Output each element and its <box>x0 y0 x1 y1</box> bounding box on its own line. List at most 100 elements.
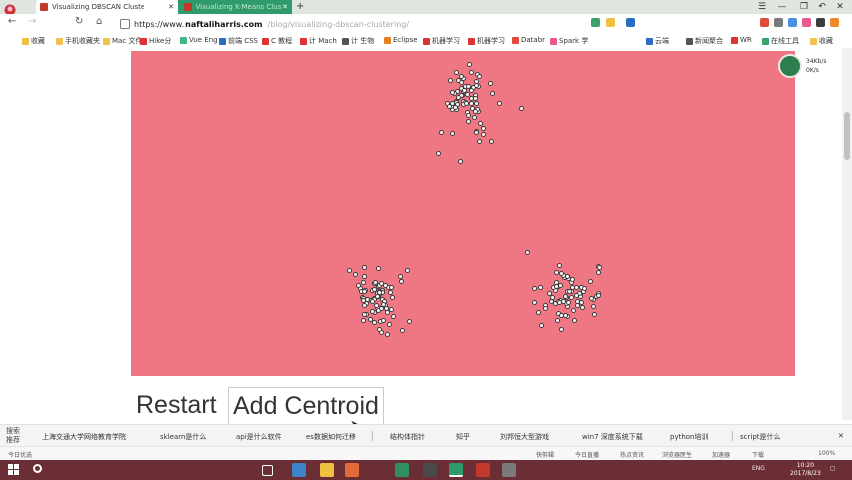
profile-avatar[interactable] <box>3 1 17 16</box>
extension-icon[interactable] <box>591 18 600 27</box>
search-engine-icon[interactable] <box>626 18 635 27</box>
clustering-canvas[interactable] <box>131 51 795 376</box>
home-button[interactable]: ⌂ <box>96 16 102 27</box>
bookmark-icon <box>140 37 147 45</box>
status-item[interactable]: 今日直播 <box>575 450 599 459</box>
bookmark-item[interactable]: 收藏 <box>810 36 833 46</box>
restart-button[interactable]: Restart <box>133 387 220 423</box>
page-scrollbar[interactable] <box>842 48 852 420</box>
tab-kmeans[interactable]: Visualizing K-Means Cluster ✕ <box>178 0 292 14</box>
bookmark-item[interactable]: 在线工具 <box>762 36 799 46</box>
lock-icon <box>120 19 130 29</box>
bookmark-item[interactable]: 计 生物 <box>342 36 374 46</box>
data-point <box>478 120 484 126</box>
suggestion-link[interactable]: es数据如何迁移 <box>306 432 356 442</box>
data-point <box>563 293 569 299</box>
bookmark-item[interactable]: 机器学习 <box>423 36 460 46</box>
browser-menu-icon[interactable]: ☰ <box>752 0 772 14</box>
suggestion-link[interactable]: 结构体指针 <box>390 432 425 442</box>
url-field[interactable]: https://www. naftaliharris.com /blog/vis… <box>120 17 620 31</box>
suggestion-link[interactable]: 上海交通大学网络教育学院 <box>42 432 126 442</box>
task-view-icon[interactable] <box>262 465 273 476</box>
undo-icon[interactable]: ↶ <box>812 0 832 14</box>
app-icon[interactable] <box>423 463 437 477</box>
bookmark-item[interactable]: Hike分 <box>140 36 171 46</box>
app-icon[interactable] <box>502 463 516 477</box>
restore-button[interactable]: ❐ <box>794 0 814 14</box>
bookmark-star-icon[interactable] <box>606 18 615 27</box>
suggestion-link[interactable]: 知乎 <box>456 432 470 442</box>
browser-app-icon[interactable] <box>449 463 463 477</box>
network-speed-widget[interactable]: 34Kb/s 0K/s <box>776 52 834 82</box>
bookmark-item[interactable]: 计 Mach <box>300 36 337 46</box>
suggestion-link[interactable]: api是什么软件 <box>236 432 282 442</box>
suggestion-link[interactable]: 刘邦恒大型游戏 <box>500 432 549 442</box>
data-point <box>362 303 368 309</box>
tab-dbscan[interactable]: Visualizing DBSCAN Clusteri ✕ <box>36 0 178 14</box>
suggestion-link[interactable]: python培训 <box>670 432 709 442</box>
extension-icon[interactable] <box>816 18 825 27</box>
close-suggestions-icon[interactable]: ✕ <box>838 432 844 440</box>
extension-icon[interactable] <box>760 18 769 27</box>
status-left-link[interactable]: 今日优选 <box>8 450 32 459</box>
data-point <box>496 101 502 107</box>
file-explorer-icon[interactable] <box>320 463 334 477</box>
bookmark-icon <box>384 36 391 44</box>
system-clock[interactable]: 10:20 2017/8/23 <box>790 462 821 478</box>
close-tab-icon[interactable]: ✕ <box>282 3 288 11</box>
app-icon[interactable] <box>345 463 359 477</box>
extension-icon[interactable] <box>830 18 839 27</box>
bookmark-item[interactable]: Vue Eng <box>180 36 218 44</box>
app-icon[interactable] <box>476 463 490 477</box>
app-icon[interactable] <box>395 463 409 477</box>
cortana-search-icon[interactable] <box>33 464 42 473</box>
data-point <box>524 249 530 255</box>
add-centroid-button[interactable]: Add Centroid <box>228 387 384 425</box>
status-item[interactable]: 浏览器医生 <box>662 450 692 459</box>
suggestion-link[interactable]: script是什么 <box>740 432 781 442</box>
data-point <box>352 271 358 277</box>
forward-button[interactable]: → <box>28 16 36 27</box>
data-point <box>538 285 544 291</box>
zoom-level[interactable]: 100% <box>818 450 835 457</box>
url-scheme: https://www. <box>134 19 185 29</box>
suggestion-link[interactable]: sklearn是什么 <box>160 432 206 442</box>
data-point <box>400 328 405 334</box>
status-item[interactable]: 热点资讯 <box>620 450 644 459</box>
bookmark-item[interactable]: 收藏 <box>22 36 45 46</box>
bookmark-item[interactable]: Mac 文件 <box>103 36 142 46</box>
bookmark-item[interactable]: Spark 学 <box>550 36 588 46</box>
data-point <box>531 285 537 291</box>
status-item[interactable]: 快剪辑 <box>536 450 554 459</box>
status-item[interactable]: 加速器 <box>712 450 730 459</box>
bookmark-item[interactable]: 前端 CSS <box>219 36 258 46</box>
data-point <box>389 285 395 291</box>
extension-icon[interactable] <box>774 18 783 27</box>
tab-label: Visualizing K-Means Cluster <box>195 3 283 11</box>
notification-icon[interactable]: ▢ <box>830 465 836 472</box>
data-point <box>360 317 366 323</box>
bookmark-item[interactable]: Databr <box>512 36 545 44</box>
bookmark-item[interactable]: 手机收藏夹 <box>56 36 100 46</box>
new-tab-button[interactable]: + <box>296 1 304 12</box>
close-tab-icon[interactable]: ✕ <box>168 3 174 11</box>
edge-browser-icon[interactable] <box>292 463 306 477</box>
suggestion-link[interactable]: win7 深度系统下载 <box>582 432 643 442</box>
windows-start-icon[interactable] <box>8 464 19 475</box>
bookmark-item[interactable]: 机器学习 <box>468 36 505 46</box>
bookmark-item[interactable]: Eclipse <box>384 36 418 44</box>
bookmark-item[interactable]: WR <box>731 36 752 44</box>
tray-language[interactable]: ENG <box>752 465 765 472</box>
bookmark-item[interactable]: 云端 <box>646 36 669 46</box>
extension-icon[interactable] <box>788 18 797 27</box>
back-button[interactable]: ← <box>8 16 16 27</box>
status-item[interactable]: 下载 <box>752 450 764 459</box>
close-window-button[interactable]: ✕ <box>830 0 850 14</box>
reload-button[interactable]: ↻ <box>75 16 83 27</box>
bookmark-item[interactable]: C 教程 <box>262 36 292 46</box>
minimize-button[interactable]: — <box>772 0 792 14</box>
bookmark-item[interactable]: 新闻聚合 <box>686 36 723 46</box>
scrollbar-thumb[interactable] <box>844 112 850 160</box>
data-point <box>535 310 541 316</box>
extension-icon[interactable] <box>802 18 811 27</box>
